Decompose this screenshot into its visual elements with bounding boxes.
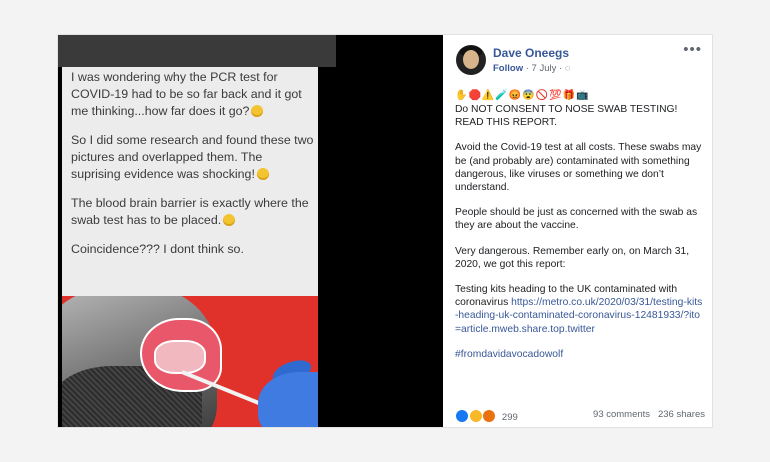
comments-count[interactable]: 93 comments: [593, 409, 650, 420]
post-panel: Dave Oneegs Follow · 7 July · ◌ ••• ✋🛑⚠️…: [443, 35, 712, 427]
shocked-face-icon: [256, 168, 269, 180]
sinus-shape: [154, 340, 206, 374]
globe-icon: ◌: [564, 63, 571, 74]
meta-separator: ·: [525, 63, 529, 74]
emoji-row: ✋🛑⚠️🧪😡😨🚫💯🎁📺: [455, 90, 590, 101]
swab-illustration: [62, 296, 318, 427]
more-dots-icon[interactable]: •••: [683, 41, 702, 58]
meta-separator: ·: [559, 63, 563, 74]
post-paragraph: Avoid the Covid-19 test at all costs. Th…: [455, 142, 702, 194]
engagement-stats: 93 comments 236 shares: [593, 409, 705, 420]
card-caption: I was wondering why the PCR test for COV…: [71, 69, 315, 270]
screenshot-card: I was wondering why the PCR test for COV…: [62, 67, 318, 427]
screenshot-frame: I was wondering why the PCR test for COV…: [58, 35, 712, 427]
reactions[interactable]: 299: [455, 409, 518, 423]
post-meta: Follow · 7 July · ◌: [493, 63, 570, 74]
post-body: Do NOT CONSENT TO NOSE SWAB TESTING! REA…: [455, 103, 705, 373]
surprised-face-icon: [223, 214, 236, 226]
follow-link[interactable]: Follow: [493, 63, 523, 74]
caption-paragraph: I was wondering why the PCR test for COV…: [71, 70, 302, 118]
post-date[interactable]: 7 July: [532, 63, 557, 74]
wow-reaction-icon: [468, 409, 483, 423]
post-footer: 299 93 comments 236 shares: [455, 409, 705, 423]
post-paragraph: People should be just as concerned with …: [455, 207, 698, 232]
caption-paragraph: Coincidence??? I dont think so.: [71, 242, 244, 256]
post-paragraph: #fromdavidavocadowolf: [455, 348, 705, 361]
avatar[interactable]: [456, 45, 486, 75]
angry-reaction-icon: [482, 409, 497, 423]
post-paragraph: Do NOT CONSENT TO NOSE SWAB TESTING! REA…: [455, 104, 678, 129]
hashtag-link[interactable]: #fromdavidavocadowolf: [455, 349, 563, 360]
caption-paragraph: So I did some research and found these t…: [71, 133, 314, 181]
author-name[interactable]: Dave Oneegs: [493, 46, 569, 60]
post-media[interactable]: I was wondering why the PCR test for COV…: [58, 35, 443, 427]
media-top-bar: [58, 35, 336, 67]
reaction-count: 299: [501, 412, 518, 423]
post-paragraph: Testing kits heading to the UK contamina…: [455, 283, 705, 336]
caption-paragraph: The blood brain barrier is exactly where…: [71, 196, 309, 227]
shares-count[interactable]: 236 shares: [658, 409, 705, 420]
post-paragraph: Very dangerous. Remember early on, on Ma…: [455, 245, 690, 270]
thinking-face-icon: [251, 105, 264, 117]
avatar-face: [463, 50, 479, 69]
like-reaction-icon: [455, 409, 469, 423]
gloved-hand: [258, 372, 318, 427]
